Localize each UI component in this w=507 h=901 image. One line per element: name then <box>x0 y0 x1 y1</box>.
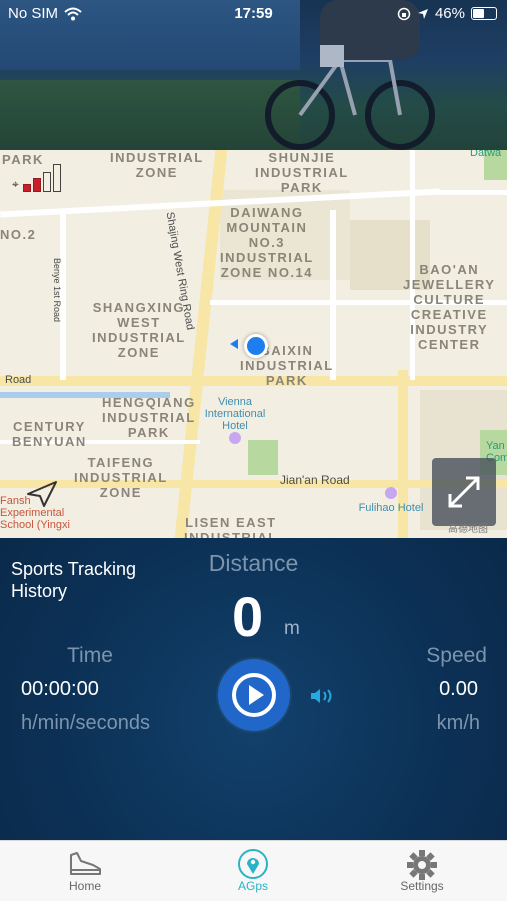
speed-title: Speed <box>426 644 487 667</box>
signal-bar-icon <box>42 172 51 192</box>
hotel-icon <box>385 487 397 499</box>
status-bar: No SIM 17:59 46% <box>0 0 507 28</box>
poi-vienna-label: Vienna International Hotel <box>204 396 266 432</box>
tab-agps[interactable]: AGps <box>193 841 313 901</box>
map-area-label: TAIFENG INDUSTRIAL ZONE <box>74 455 168 500</box>
map-area-label: HENGQIANG INDUSTRIAL PARK <box>102 395 196 440</box>
location-pin-icon <box>238 849 268 879</box>
poi-fulihao-hotel[interactable]: Fulihao Hotel <box>346 487 436 514</box>
battery-icon <box>471 7 497 20</box>
location-arrow-icon <box>417 8 428 19</box>
gps-signal-indicator: ⌖ <box>12 164 61 192</box>
current-location-marker <box>244 334 268 358</box>
tab-settings[interactable]: Settings <box>362 841 482 901</box>
hotel-icon <box>229 432 241 444</box>
poi-datwa[interactable]: Datwa <box>470 150 507 159</box>
tab-agps-label: AGps <box>237 879 268 893</box>
battery-percent: 46% <box>434 5 465 22</box>
expand-icon <box>448 476 480 508</box>
tab-bar: Home AGps Settings <box>0 840 507 901</box>
signal-bar-icon <box>22 184 31 192</box>
map-area-label: DAIWANG MOUNTAIN NO.3 INDUSTRIAL ZONE NO… <box>220 205 314 280</box>
tracking-panel: Sports Tracking History Distance 0 m Tim… <box>0 538 507 840</box>
tab-settings-label: Settings <box>400 879 444 893</box>
road-label-left: Road <box>5 374 32 386</box>
distance-unit: m <box>284 618 300 639</box>
sneaker-icon <box>70 852 101 875</box>
expand-map-button[interactable] <box>432 458 496 526</box>
start-tracking-button[interactable] <box>218 659 290 731</box>
signal-bar-icon <box>52 164 61 192</box>
satellite-icon: ⌖ <box>12 177 19 191</box>
poi-datwa-label: Datwa <box>470 150 502 159</box>
play-icon <box>232 673 276 717</box>
status-right: 46% <box>397 5 497 22</box>
signal-bar-icon <box>32 178 41 192</box>
speed-value: 0.00 <box>439 678 478 700</box>
sound-icon[interactable] <box>309 686 337 706</box>
time-title: Time <box>67 644 113 667</box>
distance-value: 0 <box>232 585 264 648</box>
time-value: 00:00:00 <box>21 678 99 700</box>
map-area-label: SHUNJIE INDUSTRIAL PARK <box>255 150 349 195</box>
map-area-label: SHANGXING WEST INDUSTRIAL ZONE <box>92 300 186 360</box>
poi-fulihao-label: Fulihao Hotel <box>358 502 424 514</box>
distance-title: Distance <box>208 550 299 576</box>
map-attribution: 高德地图 <box>448 524 488 535</box>
navigation-arrow-icon[interactable] <box>26 480 58 508</box>
map-area-label: CENTURY BENYUAN <box>12 419 87 449</box>
tab-home-label: Home <box>68 879 101 893</box>
tab-home[interactable]: Home <box>25 841 145 901</box>
road-label-jianan: Jian'an Road <box>280 473 350 487</box>
road-label-benye: Benye 1st Road <box>52 257 63 323</box>
map-area-label: NO.2 <box>0 227 37 242</box>
map-view[interactable]: PARK INDUSTRIAL ZONE SHUNJIE INDUSTRIAL … <box>0 150 507 538</box>
gear-icon <box>407 850 437 880</box>
speed-unit: km/h <box>436 712 480 734</box>
map-area-label: INDUSTRIAL ZONE <box>110 150 204 180</box>
map-area-label: BAO'AN JEWELLERY CULTURE CREATIVE INDUST… <box>403 262 496 352</box>
heading-arrow-icon <box>230 339 238 349</box>
orientation-lock-icon <box>397 7 411 20</box>
poi-vienna-hotel[interactable]: Vienna International Hotel <box>195 396 275 447</box>
map-area-label: LISEN EAST INDUSTRIAL <box>184 515 278 538</box>
map-road <box>430 190 507 195</box>
time-unit: h/min/seconds <box>21 712 150 734</box>
